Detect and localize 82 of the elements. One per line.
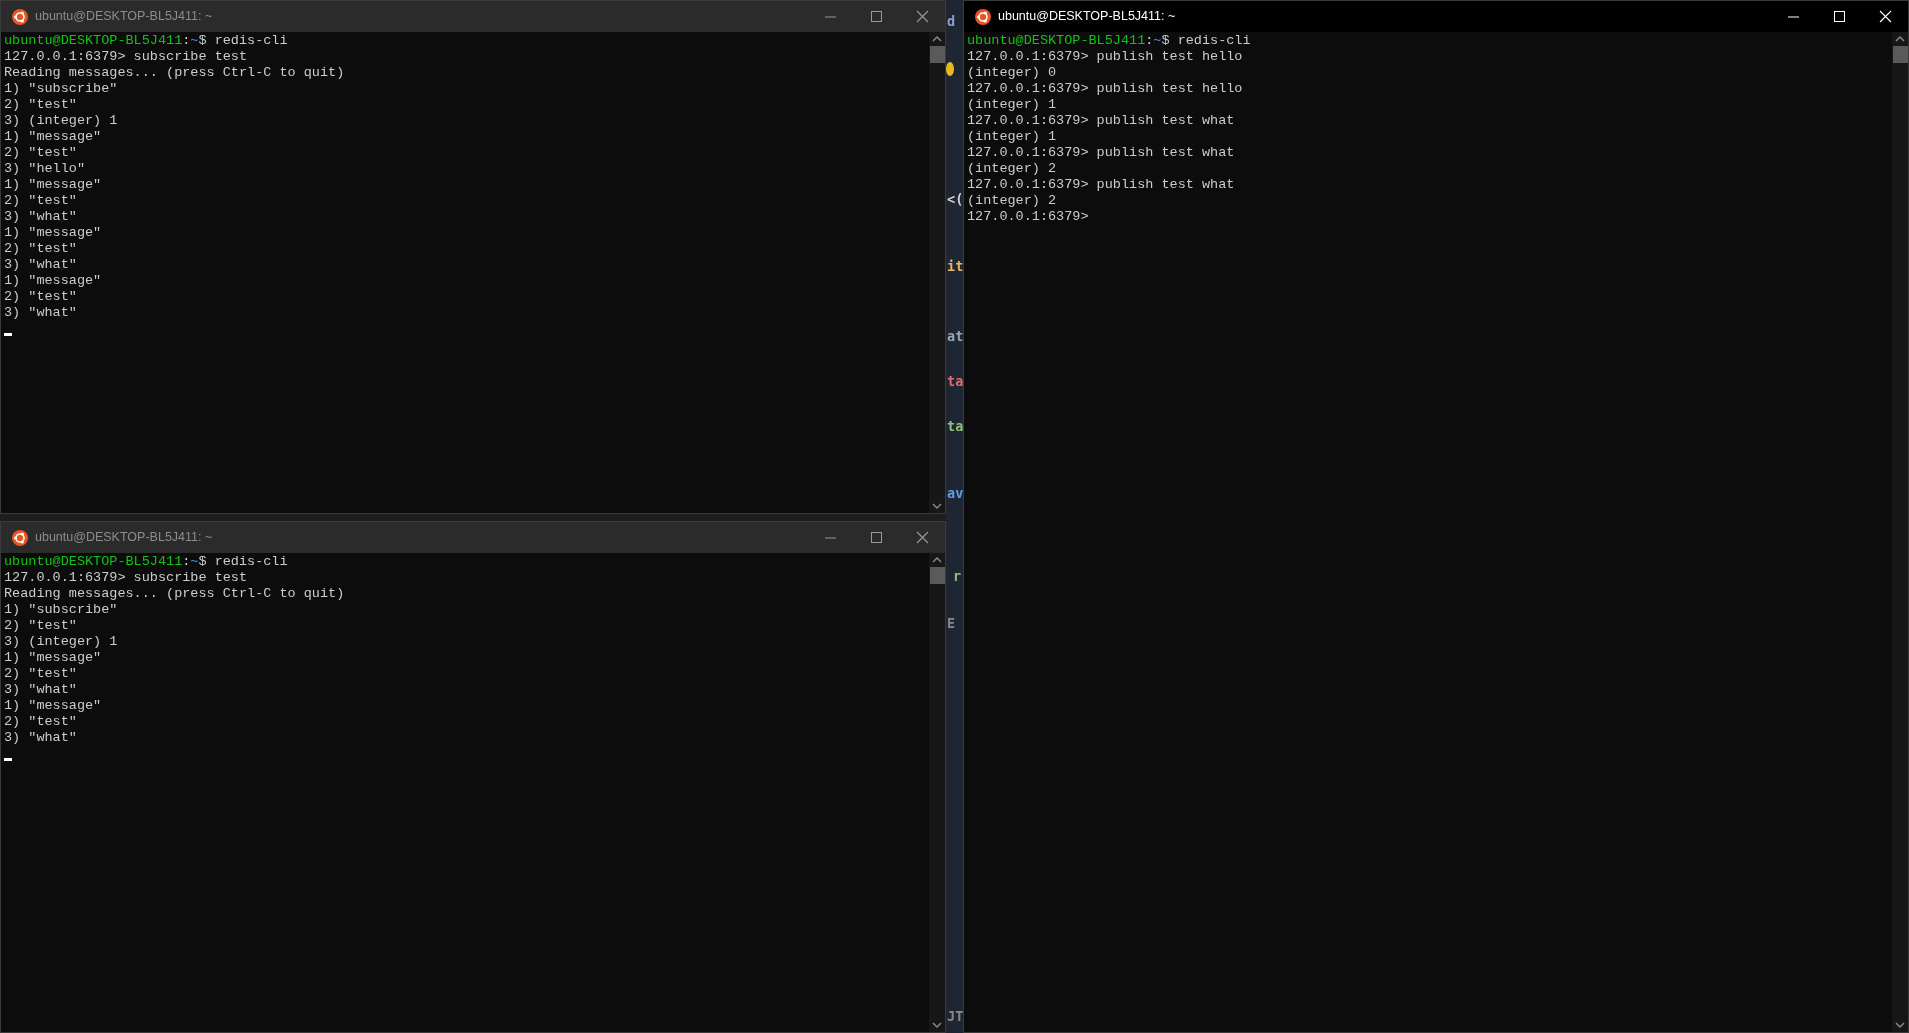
output-line: 127.0.0.1:6379> subscribe test bbox=[4, 49, 248, 65]
command-text: $ redis-cli bbox=[198, 554, 288, 570]
output-line: 3) "what" bbox=[4, 305, 77, 321]
output-line: 127.0.0.1:6379> publish test hello bbox=[967, 49, 1243, 65]
prompt-path: ~ bbox=[190, 33, 199, 49]
maximize-icon bbox=[868, 9, 884, 24]
scrollbar[interactable] bbox=[929, 32, 945, 513]
code-fragment: E bbox=[947, 614, 956, 632]
code-fragment: ta bbox=[947, 417, 963, 435]
output-line: (integer) 1 bbox=[967, 97, 1057, 113]
output-line: 1) "message" bbox=[4, 650, 102, 666]
output-line: 3) "what" bbox=[4, 257, 77, 273]
output-line: 2) "test" bbox=[4, 193, 77, 209]
close-icon bbox=[914, 9, 930, 24]
output-line: 3) "hello" bbox=[4, 161, 85, 177]
prompt-separator: : bbox=[1145, 33, 1154, 49]
code-fragment: av bbox=[947, 484, 963, 502]
output-line: 1) "message" bbox=[4, 698, 102, 714]
output-line: 1) "subscribe" bbox=[4, 81, 118, 97]
scrollbar[interactable] bbox=[1892, 32, 1908, 1032]
prompt-path: ~ bbox=[1153, 33, 1162, 49]
output-line: (integer) 1 bbox=[967, 129, 1057, 145]
code-fragment: at bbox=[947, 327, 963, 345]
code-fragment: JT bbox=[947, 1007, 963, 1025]
output-line: 3) "what" bbox=[4, 209, 77, 225]
output-line: 1) "message" bbox=[4, 129, 102, 145]
code-fragment: <( bbox=[947, 190, 963, 208]
output-line: 2) "test" bbox=[4, 618, 77, 634]
output-line: (integer) 2 bbox=[967, 161, 1057, 177]
prompt-user-host: ubuntu@DESKTOP-BL5J411 bbox=[4, 33, 183, 49]
ubuntu-logo-icon bbox=[12, 529, 28, 546]
command-text: $ redis-cli bbox=[1161, 33, 1251, 49]
command-text: $ redis-cli bbox=[198, 33, 288, 49]
output-line: 2) "test" bbox=[4, 97, 77, 113]
window-title: ubuntu@DESKTOP-BL5J411: ~ bbox=[35, 529, 214, 547]
code-fragment: it bbox=[947, 257, 963, 275]
close-icon bbox=[914, 530, 930, 545]
output-line: 127.0.0.1:6379> publish test what bbox=[967, 177, 1235, 193]
scroll-thumb[interactable] bbox=[929, 567, 945, 584]
prompt-user-host: ubuntu@DESKTOP-BL5J411 bbox=[967, 33, 1146, 49]
code-fragment: d bbox=[947, 12, 956, 30]
output-line: 1) "subscribe" bbox=[4, 602, 118, 618]
window-title: ubuntu@DESKTOP-BL5J411: ~ bbox=[35, 8, 214, 26]
output-line: (integer) 0 bbox=[967, 65, 1057, 81]
output-line: 1) "message" bbox=[4, 177, 102, 193]
output-line: 3) "what" bbox=[4, 682, 77, 698]
prompt-separator: : bbox=[182, 33, 191, 49]
output-line: 127.0.0.1:6379> publish test what bbox=[967, 113, 1235, 129]
prompt-separator: : bbox=[182, 554, 191, 570]
minimize-icon bbox=[1787, 15, 1799, 18]
prompt-user-host: ubuntu@DESKTOP-BL5J411 bbox=[4, 554, 183, 570]
scroll-thumb[interactable] bbox=[929, 46, 945, 63]
ubuntu-logo-icon bbox=[12, 8, 28, 25]
output-line: 1) "message" bbox=[4, 225, 102, 241]
code-fragment: r bbox=[953, 567, 962, 585]
scroll-thumb[interactable] bbox=[1892, 46, 1908, 63]
output-line: 2) "test" bbox=[4, 241, 77, 257]
maximize-icon bbox=[868, 530, 884, 545]
scrollbar[interactable] bbox=[929, 553, 945, 1032]
minimize-icon bbox=[824, 536, 836, 539]
output-line: 127.0.0.1:6379> bbox=[967, 209, 1089, 225]
minimize-icon bbox=[824, 15, 836, 18]
output-line: 3) "what" bbox=[4, 730, 77, 746]
close-icon bbox=[1877, 9, 1893, 24]
output-line: 3) (integer) 1 bbox=[4, 634, 118, 650]
output-line: Reading messages... (press Ctrl-C to quit) bbox=[4, 65, 345, 81]
ubuntu-logo-icon bbox=[975, 8, 991, 25]
output-line: 3) (integer) 1 bbox=[4, 113, 118, 129]
output-line: 127.0.0.1:6379> publish test hello bbox=[967, 81, 1243, 97]
output-line: 127.0.0.1:6379> publish test what bbox=[967, 145, 1235, 161]
output-line: 1) "message" bbox=[4, 273, 102, 289]
code-fragment: ta bbox=[947, 372, 963, 390]
window-title: ubuntu@DESKTOP-BL5J411: ~ bbox=[998, 8, 1177, 26]
output-line: 127.0.0.1:6379> subscribe test bbox=[4, 570, 248, 586]
output-line: (integer) 2 bbox=[967, 193, 1057, 209]
output-line: Reading messages... (press Ctrl-C to quit) bbox=[4, 586, 345, 602]
prompt-path: ~ bbox=[190, 554, 199, 570]
maximize-icon bbox=[1831, 9, 1847, 24]
output-line: 2) "test" bbox=[4, 666, 77, 682]
output-line: 2) "test" bbox=[4, 714, 77, 730]
output-line: 2) "test" bbox=[4, 289, 77, 305]
output-line: 2) "test" bbox=[4, 145, 77, 161]
